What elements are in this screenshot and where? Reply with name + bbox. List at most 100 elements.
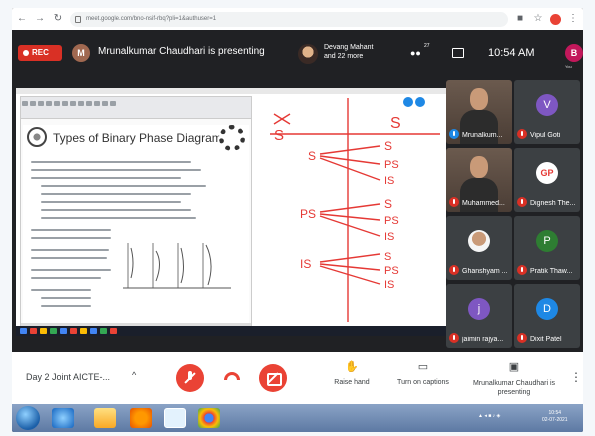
chevron-up-icon[interactable]: ^ [132, 370, 136, 380]
app-icon [40, 328, 47, 334]
tray-time: 10:54 [548, 410, 562, 416]
captions-button[interactable]: ▭ Turn on captions [390, 360, 456, 386]
app-icon [100, 328, 107, 334]
participant-name: Ghanshyam ... [462, 268, 508, 275]
meeting-title[interactable]: Day 2 Joint AICTE-... [26, 372, 110, 382]
reload-icon[interactable]: ↻ [52, 13, 64, 25]
whiteboard-label: S [384, 139, 392, 153]
participant-avatar [468, 230, 490, 252]
participant-avatar: V [536, 94, 558, 116]
more-options-icon[interactable]: ⋮ [570, 370, 582, 384]
whiteboard-drawing: S S S S PS IS PS S PS IS IS S PS IS [270, 97, 440, 322]
chat-icon[interactable] [452, 48, 464, 58]
slide-text-line [41, 185, 206, 187]
app-icon [90, 328, 97, 334]
extension-icon[interactable] [550, 13, 561, 25]
whiteboard-label: PS [300, 207, 316, 221]
participant-tile[interactable]: Mrunalkum... [446, 80, 512, 144]
address-bar[interactable]: meet.google.com/bno-nsif-rbq?pli=1&authu… [70, 11, 508, 27]
featured-participant-avatar [298, 44, 318, 64]
whiteboard-label: PS [384, 265, 399, 277]
slide-text-line [41, 305, 91, 307]
app-icon [30, 328, 37, 334]
meeting-clock: 10:54 AM [488, 47, 535, 59]
toolbar-icon [110, 101, 116, 106]
participant-tile[interactable]: P Pratik Thaw... [514, 216, 580, 280]
board-tool-icon [403, 97, 413, 107]
slide-text-line [31, 237, 111, 239]
camera-indicator-icon[interactable]: ■ [514, 13, 526, 25]
leave-call-button[interactable] [224, 372, 240, 380]
toolbar-icon [94, 101, 100, 106]
participant-name: Pratik Thaw... [530, 268, 573, 275]
app-window-icon[interactable] [164, 408, 186, 428]
whiteboard-label: S [384, 251, 391, 263]
media-player-icon[interactable] [130, 408, 152, 428]
slide-text-line [31, 269, 111, 271]
raise-hand-label: Raise hand [334, 379, 370, 386]
mic-muted-icon [449, 265, 459, 275]
self-label: You [565, 64, 572, 69]
mic-muted-icon [517, 129, 527, 139]
whiteboard-label: PS [384, 215, 399, 227]
slide-text-line [41, 193, 191, 195]
folder-icon[interactable] [94, 408, 116, 428]
slide-text-line [31, 257, 107, 259]
slide-text-line [41, 201, 181, 203]
participant-name: Dignesh The... [530, 200, 576, 207]
captions-icon: ▭ [417, 361, 429, 373]
arrow-lines-2 [319, 203, 381, 237]
presentation-status-button[interactable]: ▣ Mrunalkumar Chaudhari is presenting [468, 360, 560, 397]
speaking-indicator-icon [449, 129, 459, 139]
participant-avatar: D [536, 298, 558, 320]
hand-icon: ✋ [345, 361, 359, 373]
slide-window: Types of Binary Phase Diagrams [20, 96, 252, 328]
presenting-banner: Mrunalkumar Chaudhari is presenting [98, 46, 265, 57]
toolbar-icon [86, 101, 92, 106]
participant-tile[interactable]: Muhammed... [446, 148, 512, 212]
participant-name: Dixit Patel [530, 336, 562, 343]
camera-off-button[interactable] [259, 364, 287, 392]
arrow-lines-1 [319, 145, 381, 181]
slide-text-line [31, 289, 91, 291]
start-button-icon[interactable] [16, 406, 40, 430]
app-icon [20, 328, 27, 334]
university-logo-icon [27, 127, 47, 147]
slide-content: Types of Binary Phase Diagrams [23, 125, 249, 323]
participant-tile[interactable]: D Dixit Patel [514, 284, 580, 348]
chrome-icon[interactable] [198, 408, 220, 428]
url-text: meet.google.com/bno-nsif-rbq?pli=1&authu… [86, 15, 217, 22]
participant-name: Mrunalkum... [462, 132, 503, 139]
participant-tile[interactable]: V Vipul Goti [514, 80, 580, 144]
back-icon[interactable]: ← [16, 13, 28, 25]
slide-text-line [31, 229, 111, 231]
whiteboard-label: IS [300, 257, 311, 271]
browser-toolbar: ← → ↻ meet.google.com/bno-nsif-rbq?pli=1… [12, 8, 583, 30]
forward-icon[interactable]: → [34, 13, 46, 25]
captions-label: Turn on captions [397, 379, 449, 386]
toolbar-icon [102, 101, 108, 106]
participant-name: Vipul Goti [530, 132, 561, 139]
toolbar-icon [70, 101, 76, 106]
browser-menu-icon[interactable]: ⋮ [567, 13, 579, 25]
slide-text-line [41, 217, 196, 219]
raise-hand-button[interactable]: ✋ Raise hand [324, 360, 380, 386]
self-avatar[interactable]: B [565, 44, 583, 62]
participant-tile[interactable]: j jaimin rajya... [446, 284, 512, 348]
participant-name: jaimin rajya... [462, 336, 504, 343]
slide-text-line [31, 277, 101, 279]
mic-muted-icon [517, 333, 527, 343]
participant-tile[interactable]: Ghanshyam ... [446, 216, 512, 280]
tray-clock[interactable]: 10:54 02-07-2021 [542, 410, 568, 424]
system-tray[interactable]: ▲ ◂ ■ ♪ ◈ [478, 413, 500, 419]
toolbar-icon [46, 101, 52, 106]
participant-video [470, 156, 488, 178]
participant-tile[interactable]: GP Dignesh The... [514, 148, 580, 212]
gear-icon [219, 125, 245, 151]
slide-text-line [31, 249, 109, 251]
mic-off-button[interactable] [176, 364, 204, 392]
ie-icon[interactable] [52, 408, 74, 428]
people-icon[interactable]: ●● [410, 48, 426, 60]
whiteboard-label: S [308, 149, 316, 163]
star-icon[interactable]: ☆ [532, 13, 544, 25]
